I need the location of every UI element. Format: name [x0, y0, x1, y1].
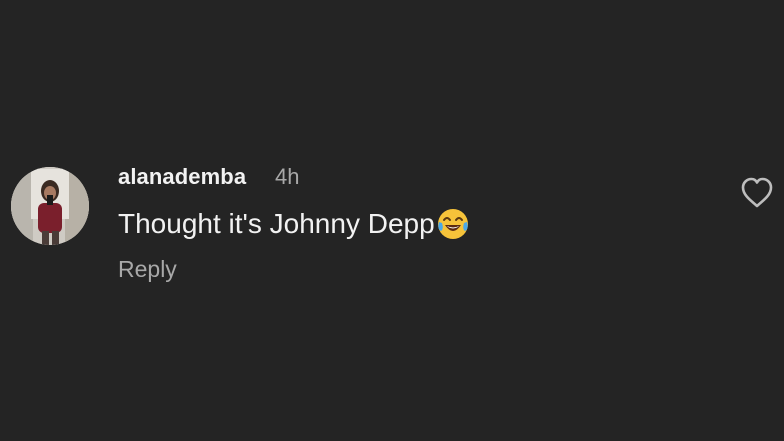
comments-screen: alanademba 4h Thought it's Johnny Depp R…	[0, 0, 784, 441]
comment-item: alanademba 4h Thought it's Johnny Depp R…	[0, 0, 784, 441]
comment-body: Thought it's Johnny Depp	[118, 204, 470, 244]
avatar[interactable]	[11, 167, 89, 245]
comment-text: Thought it's Johnny Depp	[118, 208, 435, 239]
comment-timestamp: 4h	[275, 164, 300, 189]
heart-outline-icon[interactable]	[739, 176, 775, 210]
comment-username[interactable]: alanademba	[118, 164, 246, 190]
reply-button[interactable]: Reply	[118, 256, 177, 283]
face-with-tears-of-joy-icon	[436, 207, 470, 241]
